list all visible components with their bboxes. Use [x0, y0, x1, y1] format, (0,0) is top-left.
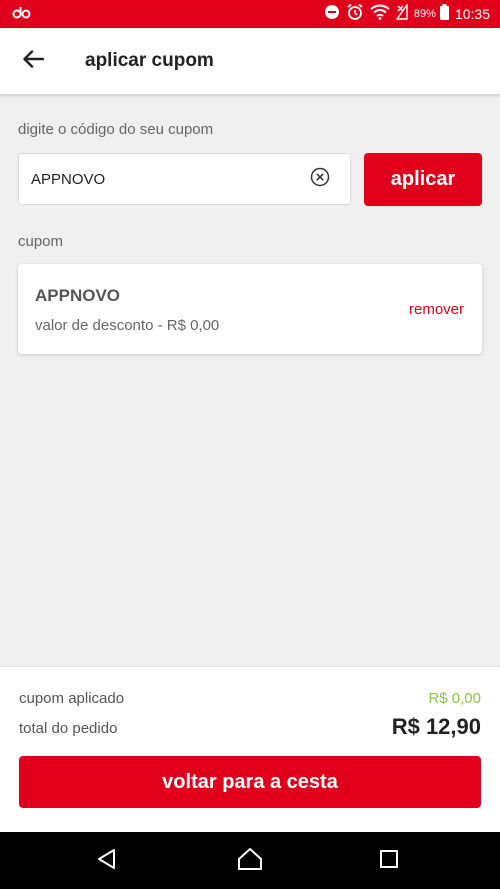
applied-coupon-label: cupom aplicado: [19, 690, 125, 707]
app-logo-icon: [12, 5, 32, 24]
system-nav-bar: [0, 832, 500, 889]
battery-percentage: 89%: [413, 8, 436, 20]
wifi-icon: [370, 4, 390, 25]
applied-coupon-value: R$ 0,00: [428, 690, 481, 707]
order-total-value: R$ 12,90: [391, 714, 481, 739]
nav-recents-button[interactable]: [374, 846, 404, 876]
status-bar: 89% 10:35: [0, 0, 500, 28]
apply-coupon-button[interactable]: aplicar: [364, 153, 482, 206]
app-header: aplicar cupom: [0, 28, 500, 94]
back-to-cart-button[interactable]: voltar para a cesta: [19, 756, 481, 808]
nav-home-button[interactable]: [235, 846, 265, 876]
no-signal-icon: [395, 2, 408, 25]
status-time: 10:35: [454, 6, 490, 22]
nav-back-button[interactable]: [92, 846, 122, 876]
coupon-input-container: [18, 153, 351, 205]
do-not-disturb-icon: [324, 4, 340, 25]
back-button[interactable]: [16, 44, 50, 78]
arrow-left-icon: [22, 49, 45, 73]
applied-coupon-code: APPNOVO: [35, 286, 121, 305]
alarm-icon: [346, 3, 364, 26]
coupon-code-label: digite o código do seu cupom: [18, 121, 214, 138]
triangle-back-icon: [96, 848, 118, 875]
coupon-section-label: cupom: [18, 233, 64, 250]
page-title: aplicar cupom: [85, 50, 214, 71]
order-total-label: total do pedido: [19, 720, 118, 737]
home-icon: [237, 847, 263, 876]
applied-coupon-card: APPNOVO valor de desconto - R$ 0,00 remo…: [18, 264, 482, 354]
square-recents-icon: [379, 849, 399, 874]
coupon-discount-text: valor de desconto - R$ 0,00: [35, 317, 220, 334]
battery-icon: [439, 3, 449, 25]
order-summary: cupom aplicado R$ 0,00 total do pedido R…: [0, 666, 500, 833]
clear-circle-icon: [310, 167, 330, 192]
remove-coupon-button[interactable]: remover: [409, 301, 464, 318]
coupon-code-input[interactable]: [19, 154, 308, 204]
clear-input-button[interactable]: [308, 167, 332, 191]
